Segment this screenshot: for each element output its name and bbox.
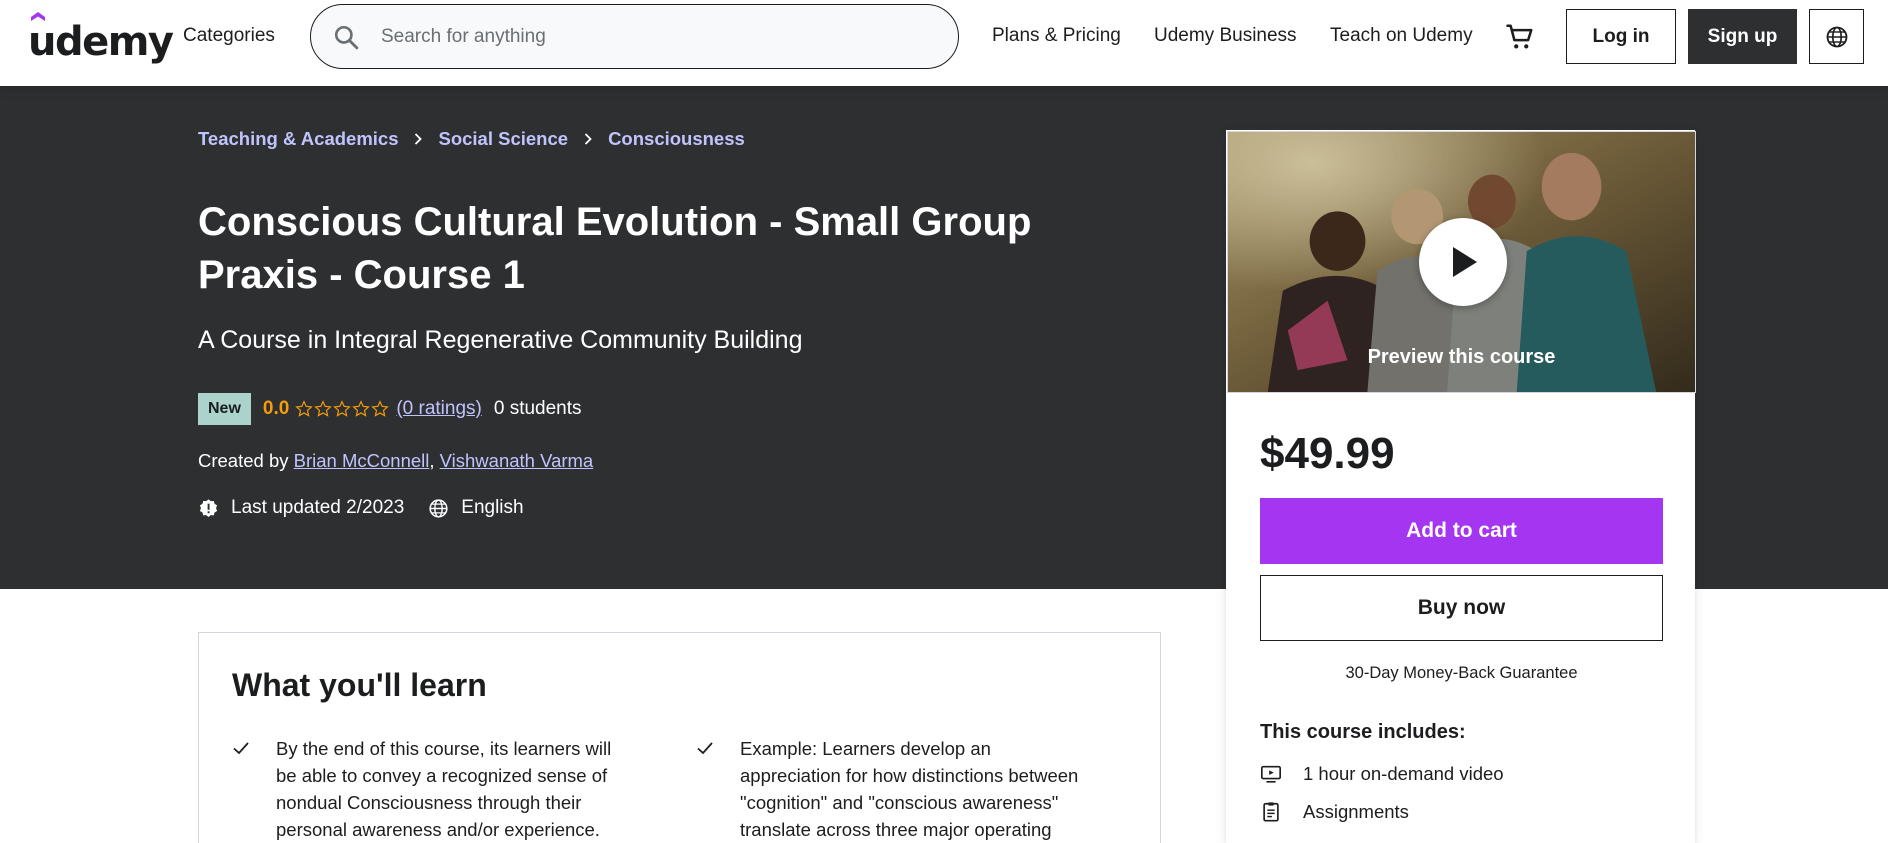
students-count: 0 students bbox=[493, 398, 582, 419]
what-you-will-learn: What you'll learn By the end of this cou… bbox=[198, 632, 1161, 843]
star-empty-icon bbox=[295, 400, 314, 417]
play-icon bbox=[1453, 247, 1477, 277]
star-empty-icon bbox=[314, 400, 333, 417]
star-rating bbox=[295, 400, 390, 418]
learn-item: By the end of this course, its learners … bbox=[232, 735, 632, 843]
money-back-guarantee: 30-Day Money-Back Guarantee bbox=[1345, 664, 1578, 682]
cart-icon[interactable] bbox=[1505, 22, 1535, 52]
search-bar[interactable] bbox=[310, 4, 959, 69]
search-input[interactable] bbox=[381, 25, 921, 48]
preview-label: Preview this course bbox=[1367, 346, 1556, 368]
course-meta: Last updated 2/2023 English bbox=[198, 497, 524, 519]
video-icon bbox=[1261, 765, 1281, 783]
logo-hat-icon bbox=[31, 12, 45, 21]
rating-value: 0.0 bbox=[262, 398, 290, 419]
checkmark-icon bbox=[233, 742, 249, 755]
assignment-icon bbox=[1263, 802, 1279, 822]
includes-item: 1 hour on-demand video bbox=[1260, 763, 1504, 785]
purchase-card: Preview this course $49.99 Add to cart B… bbox=[1226, 130, 1696, 843]
checkmark-icon bbox=[697, 742, 713, 755]
course-title: Conscious Cultural Evolution - Small Gro… bbox=[198, 200, 1032, 297]
includes-item-label: Assignments bbox=[1303, 801, 1409, 822]
globe-icon bbox=[1826, 26, 1847, 47]
breadcrumb-teaching-academics[interactable]: Teaching & Academics bbox=[198, 128, 398, 150]
add-to-cart-button[interactable]: Add to cart bbox=[1260, 498, 1663, 564]
created-by: Created by Brian McConnell, Vishwanath V… bbox=[198, 450, 594, 471]
breadcrumb: Teaching & Academics Social Science Cons… bbox=[198, 128, 745, 150]
nav-udemy-business[interactable]: Udemy Business bbox=[1154, 0, 1297, 72]
new-badge: New bbox=[198, 393, 251, 425]
course-preview[interactable]: Preview this course bbox=[1227, 131, 1696, 393]
instructor-link-1[interactable]: Brian McConnell bbox=[294, 450, 430, 471]
chevron-right-icon bbox=[584, 133, 592, 145]
udemy-logo[interactable]: udemy bbox=[28, 12, 174, 65]
categories-menu[interactable]: Categories bbox=[183, 0, 275, 72]
star-empty-icon bbox=[333, 400, 352, 417]
created-by-label: Created by bbox=[198, 450, 289, 471]
logo-text: udemy bbox=[28, 19, 174, 65]
includes-item: Assignments bbox=[1260, 801, 1409, 823]
search-icon[interactable] bbox=[333, 24, 359, 50]
globe-icon bbox=[429, 498, 448, 518]
learn-item-text: By the end of this course, its learners … bbox=[276, 738, 612, 840]
learn-title: What you'll learn bbox=[232, 667, 487, 703]
buy-now-button[interactable]: Buy now bbox=[1260, 575, 1663, 641]
course-subtitle: A Course in Integral Regenerative Commun… bbox=[198, 326, 803, 354]
login-button[interactable]: Log in bbox=[1566, 9, 1676, 64]
nav-teach-on-udemy[interactable]: Teach on Udemy bbox=[1330, 0, 1473, 72]
breadcrumb-consciousness[interactable]: Consciousness bbox=[608, 128, 745, 150]
instructor-link-2[interactable]: Vishwanath Varma bbox=[440, 450, 594, 471]
breadcrumb-social-science[interactable]: Social Science bbox=[438, 128, 568, 150]
chevron-right-icon bbox=[415, 133, 423, 145]
last-updated: Last updated 2/2023 bbox=[231, 497, 405, 518]
course-price: $49.99 bbox=[1260, 429, 1395, 478]
rating-row: New 0.0 (0 ratings) 0 students bbox=[198, 393, 582, 425]
learn-item: Example: Learners develop an appreciatio… bbox=[696, 735, 1096, 843]
includes-title: This course includes: bbox=[1260, 721, 1466, 743]
learn-item-text: Example: Learners develop an appreciatio… bbox=[740, 738, 1079, 840]
alert-badge-icon bbox=[199, 498, 218, 517]
includes-item-label: 1 hour on-demand video bbox=[1303, 763, 1504, 784]
course-language: English bbox=[461, 497, 524, 518]
language-button[interactable] bbox=[1809, 9, 1864, 64]
nav-plans-pricing[interactable]: Plans & Pricing bbox=[992, 0, 1121, 72]
top-navigation-bar: udemy Categories Plans & Pricing Udemy B… bbox=[0, 0, 1888, 86]
signup-button[interactable]: Sign up bbox=[1688, 9, 1797, 64]
ratings-count-link[interactable]: (0 ratings) bbox=[396, 398, 482, 420]
star-empty-icon bbox=[371, 400, 390, 417]
play-button[interactable] bbox=[1419, 218, 1507, 306]
star-empty-icon bbox=[352, 400, 371, 417]
